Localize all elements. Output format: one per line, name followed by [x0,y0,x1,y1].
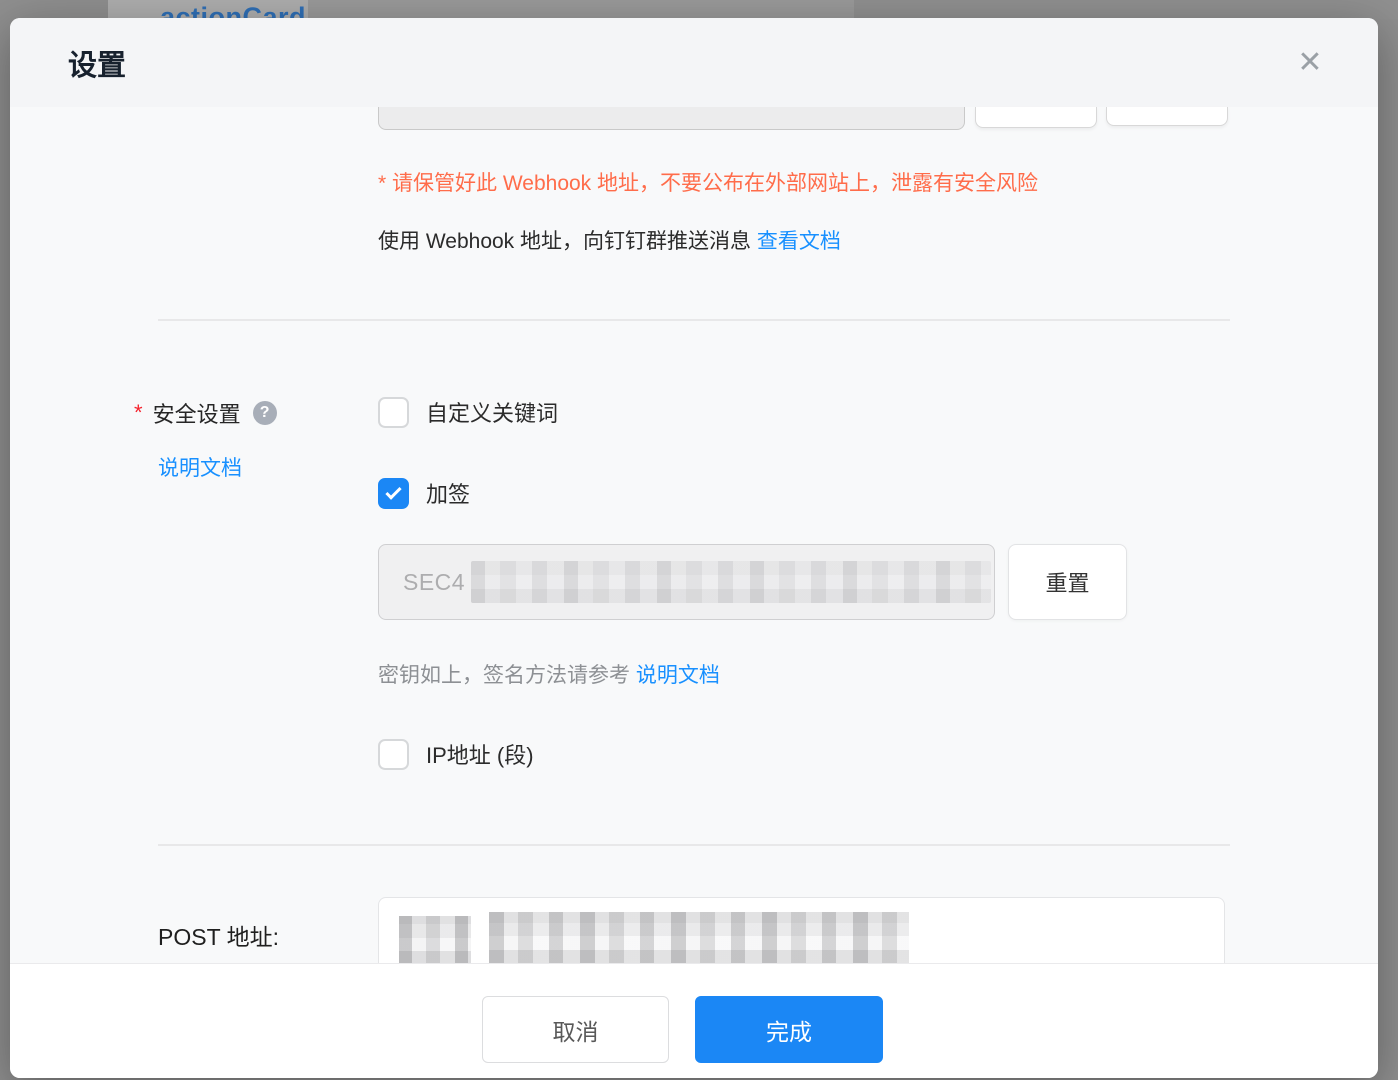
section-divider [158,319,1230,321]
view-docs-link[interactable]: 查看文档 [757,230,841,253]
cutoff-button-1[interactable] [975,107,1097,128]
background-tab-actioncard: actionCard [160,2,306,19]
webhook-usage-text: 使用 Webhook 地址，向钉钉群推送消息 查看文档 [378,225,841,255]
security-settings-label-row: * 安全设置 ? [134,397,277,429]
dimmed-background-segment [854,0,1398,19]
webhook-url-input-cutoff[interactable] [378,107,965,130]
custom-keyword-checkbox[interactable] [378,397,409,428]
option-custom-keyword[interactable]: 自定义关键词 [378,396,558,428]
close-icon[interactable]: ✕ [1288,40,1332,84]
security-settings-label: 安全设置 [153,397,241,429]
modal-header: 设置 ✕ [10,18,1378,107]
modal-title: 设置 [68,42,126,84]
dimmed-background-segment [308,0,854,19]
sign-secret-prefix: SEC4 [403,569,465,596]
sign-doc-link[interactable]: 说明文档 [636,664,720,687]
modal-footer: 取消 完成 [10,963,1378,1078]
security-doc-link[interactable]: 说明文档 [158,457,242,480]
required-asterisk: * [134,400,143,426]
reset-button[interactable]: 重置 [1008,544,1127,620]
sign-label[interactable]: 加签 [426,477,470,509]
sign-key-hint: 密钥如上，签名方法请参考 说明文档 [378,659,720,689]
post-address-label: POST 地址: [158,918,279,952]
sign-checkbox[interactable] [378,478,409,509]
modal-body: * 请保管好此 Webhook 地址，不要公布在外部网站上，泄露有安全风险 使用… [10,107,1378,963]
ip-address-checkbox[interactable] [378,739,409,770]
post-address-redacted-mosaic [399,916,471,964]
sign-secret-input[interactable]: SEC4 [378,544,995,620]
settings-modal: 设置 ✕ * 请保管好此 Webhook 地址，不要公布在外部网站上，泄露有安全… [10,18,1378,1078]
screen: actionCard 设置 ✕ * 请保管好此 Webhook 地址，不要公布在… [0,0,1398,1080]
help-icon[interactable]: ? [253,401,277,425]
dimmed-background-strip: actionCard [0,0,1398,19]
dimmed-background-segment [0,0,108,19]
check-icon [385,483,401,499]
sign-secret-redacted-mosaic [471,561,991,603]
sign-key-hint-text: 密钥如上，签名方法请参考 [378,664,630,687]
ip-address-label[interactable]: IP地址 (段) [426,738,534,770]
webhook-usage-label: 使用 Webhook 地址，向钉钉群推送消息 [378,230,751,253]
cancel-button[interactable]: 取消 [482,996,669,1063]
webhook-warning-text: * 请保管好此 Webhook 地址，不要公布在外部网站上，泄露有安全风险 [378,167,1038,197]
security-doc-link-wrap: 说明文档 [158,452,242,482]
post-address-input[interactable] [378,897,1225,963]
cutoff-button-2[interactable] [1106,107,1228,126]
option-ip-address[interactable]: IP地址 (段) [378,738,534,770]
post-address-redacted-mosaic [489,912,909,964]
option-sign[interactable]: 加签 [378,477,470,509]
section-divider [158,844,1230,846]
custom-keyword-label[interactable]: 自定义关键词 [426,396,558,428]
confirm-button[interactable]: 完成 [695,996,883,1063]
